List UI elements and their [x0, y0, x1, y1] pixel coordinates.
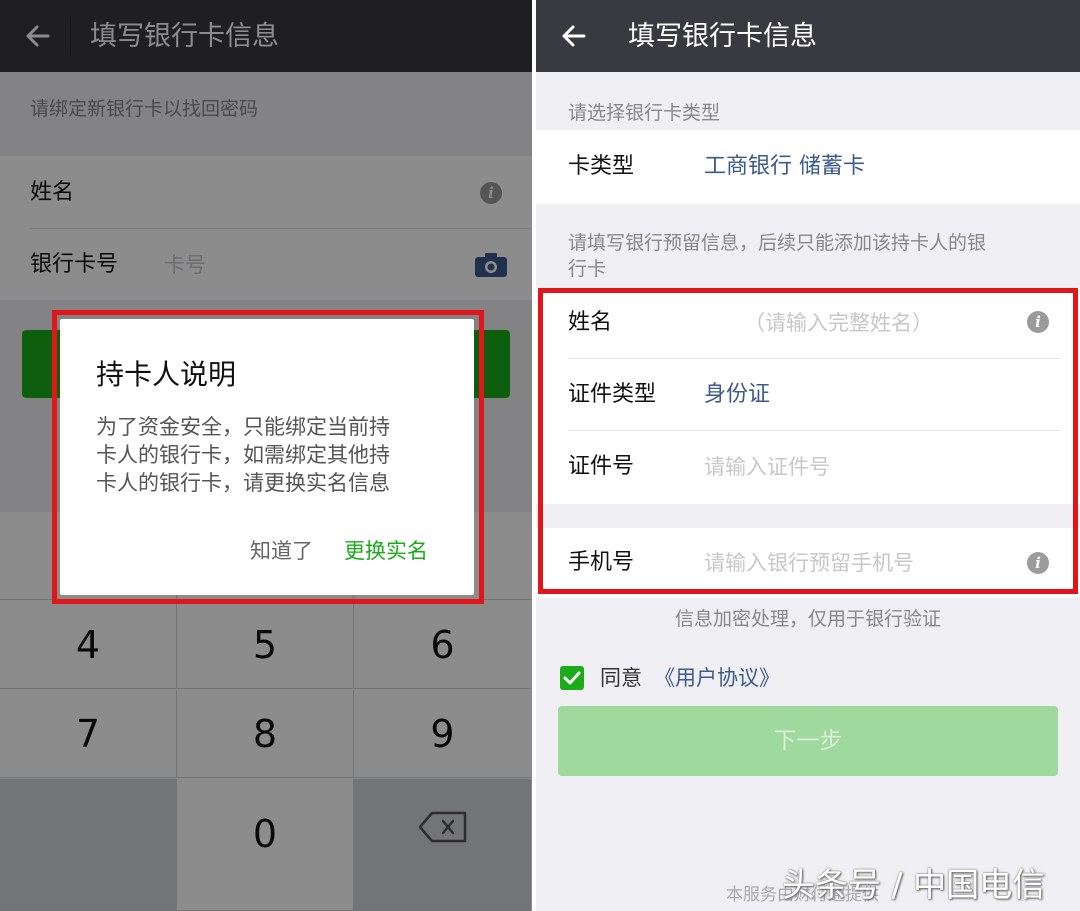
- page-title: 填写银行卡信息: [628, 21, 817, 52]
- watermark: 头条号 / 中国电信: [782, 865, 1046, 904]
- card-type-value: 工商银行 储蓄卡: [704, 154, 865, 179]
- card-type-label: 卡类型: [568, 154, 635, 179]
- back-arrow-icon[interactable]: [558, 20, 590, 52]
- card-type-hint: 请选择银行卡类型: [568, 102, 721, 124]
- right-top-bar: 填写银行卡信息: [536, 0, 1080, 72]
- agree-label: 同意: [600, 666, 642, 690]
- next-step-button[interactable]: 下一步: [558, 706, 1058, 776]
- encrypt-note: 信息加密处理，仅用于银行验证: [674, 608, 941, 630]
- left-screen: 填写银行卡信息 请绑定新银行卡以找回密码 姓名 i 银行卡号 卡号 1 2 3 …: [0, 0, 532, 911]
- hint-line: 行卡: [568, 258, 607, 280]
- check-icon: [563, 671, 581, 685]
- right-screen: 填写银行卡信息 请选择银行卡类型 卡类型 工商银行 储蓄卡 请填写银行预留信息，…: [536, 0, 1080, 911]
- highlight-box: [538, 288, 1078, 594]
- card-type-row[interactable]: 卡类型 工商银行 储蓄卡: [536, 130, 1080, 204]
- highlight-box: [52, 310, 484, 604]
- user-agreement-link[interactable]: 《用户协议》: [654, 663, 780, 693]
- hint-line: 请填写银行预留信息，后续只能添加该持卡人的银: [568, 232, 987, 254]
- agree-checkbox[interactable]: [560, 666, 584, 690]
- reserve-info-hint: 请填写银行预留信息，后续只能添加该持卡人的银 行卡: [568, 230, 1058, 282]
